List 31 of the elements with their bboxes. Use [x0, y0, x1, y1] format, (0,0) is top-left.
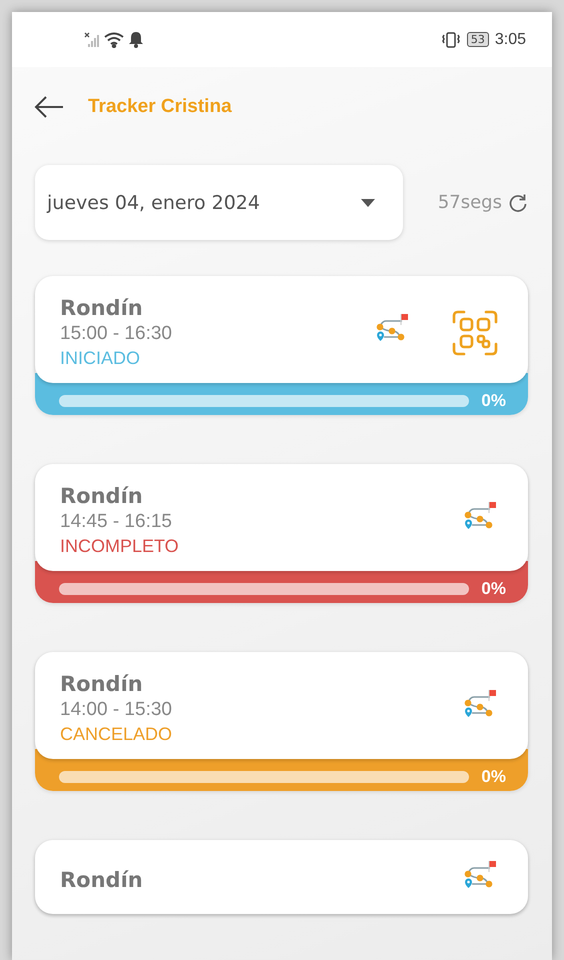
date-dropdown[interactable]: jueves 04, enero 2024	[35, 165, 403, 240]
back-button[interactable]	[34, 96, 64, 118]
back-arrow-icon	[34, 96, 64, 118]
battery-level: 53	[466, 32, 489, 47]
round-time: 15:00 - 16:30	[60, 323, 173, 345]
round-title: Rondín	[60, 672, 144, 696]
round-status: CANCELADO	[60, 724, 174, 745]
round-card[interactable]: Rondín	[35, 840, 528, 914]
round-status: INICIADO	[60, 348, 142, 369]
signal-icon	[84, 32, 100, 48]
round-status: INCOMPLETO	[60, 536, 180, 557]
round-title: Rondín	[60, 296, 144, 320]
round-time: 14:00 - 15:30	[60, 699, 173, 721]
progress-percent: 0%	[481, 578, 506, 599]
progress-percent: 0%	[481, 766, 506, 787]
wifi-icon	[104, 32, 124, 48]
round-time: 14:45 - 16:15	[60, 511, 173, 533]
bell-icon	[128, 31, 144, 48]
refresh-icon[interactable]	[508, 192, 528, 212]
round-title: Rondín	[60, 868, 144, 892]
qr-code-icon[interactable]	[452, 310, 498, 356]
refresh-countdown: 57segs	[438, 192, 502, 213]
progress-percent: 0%	[481, 390, 506, 411]
round-card[interactable]: Rondín 15:00 - 16:30 INICIADO	[35, 276, 528, 383]
clock-time: 3:05	[494, 30, 526, 48]
page-title: Tracker Cristina	[88, 96, 232, 118]
round-card[interactable]: Rondín 14:00 - 15:30 CANCELADO	[35, 652, 528, 759]
round-title: Rondín	[60, 484, 144, 508]
vibrate-icon	[440, 32, 461, 48]
dropdown-caret-icon	[361, 198, 375, 206]
round-card[interactable]: Rondín 14:45 - 16:15 INCOMPLETO	[35, 464, 528, 571]
